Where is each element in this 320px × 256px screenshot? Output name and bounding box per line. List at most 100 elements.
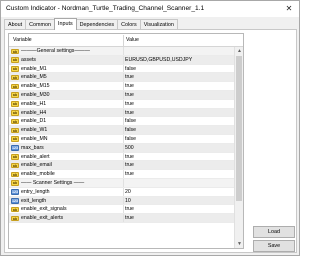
section-header-row[interactable]: ab —— Scanner Settings —— [9,178,235,188]
variable-value[interactable]: true [125,154,134,161]
table-row[interactable]: ab enable_M30 true [9,90,235,100]
variable-value[interactable]: true [125,206,134,213]
variable-value[interactable]: true [125,110,134,117]
title-bar: Custom Indicator - Nordman_Turtle_Tradin… [1,1,299,17]
table-row[interactable]: ab enable_email true [9,161,235,171]
string-type-icon: ab [11,136,19,142]
table-header: Variable Value [9,34,243,47]
cell-divider [123,214,124,222]
vertical-scrollbar[interactable]: ▲ ▼ [234,47,243,248]
variable-name: enable_M15 [21,83,50,90]
cell-divider [123,205,124,214]
variable-value[interactable]: false [125,118,136,125]
window-title: Custom Indicator - Nordman_Turtle_Tradin… [6,5,205,12]
cell-divider [123,126,124,134]
variable-name: exit_length [21,197,47,204]
table-row[interactable]: ab enable_mobile true [9,170,235,179]
cell-divider [123,134,124,143]
variable-name: enable_H4 [21,109,47,116]
variable-name: —— Scanner Settings —— [21,179,85,186]
cell-divider [123,64,124,73]
variable-name: enable_mobile [21,171,55,178]
section-header-row[interactable]: ab ———General settings——— [9,47,235,56]
variable-name: entry_length [21,188,50,195]
variable-name: max_bars [21,144,44,151]
table-row[interactable]: ab enable_alert true [9,152,235,162]
string-type-icon: ab [11,83,19,90]
variable-value[interactable]: true [125,101,134,108]
cell-divider [123,55,124,64]
string-type-icon: ab [11,74,19,81]
string-type-icon: ab [11,92,19,98]
cell-divider [123,143,124,152]
variable-value[interactable]: true [125,162,134,169]
table-row[interactable]: 123 max_bars 500 [9,143,235,153]
close-icon[interactable]: ✕ [282,3,296,15]
save-button[interactable]: Save [253,240,295,252]
string-type-icon: ab [11,66,19,72]
variable-name: enable_M1 [21,65,47,72]
variable-value[interactable]: true [125,215,134,222]
table-row[interactable]: ab enable_H1 true [9,99,235,109]
variable-name: assets [21,56,36,63]
table-row[interactable]: ab enable_M1 false [9,64,235,74]
variable-name: enable_M5 [21,74,47,81]
string-type-icon: ab [11,171,19,178]
variable-name: enable_exit_alerts [21,215,64,222]
tab-inputs[interactable]: Inputs [53,18,77,30]
table-row[interactable]: ab enable_W1 false [9,126,235,135]
cell-divider [123,161,124,170]
string-type-icon: ab [11,206,19,213]
table-row[interactable]: ab enable_M5 true [9,73,235,83]
variable-value[interactable]: true [125,171,134,178]
column-header-variable[interactable]: Variable [13,37,32,43]
string-type-icon: ab [11,57,19,63]
table-row[interactable]: 123 entry_length 20 [9,187,235,197]
cell-divider [123,47,124,55]
table-row[interactable]: ab enable_M15 true [9,82,235,91]
column-divider[interactable] [123,35,124,46]
variable-name: enable_exit_signals [21,206,67,213]
indicator-dialog: Custom Indicator - Nordman_Turtle_Tradin… [0,0,300,256]
variable-value[interactable]: 500 [125,145,134,152]
string-type-icon: ab [11,110,19,116]
table-row[interactable]: ab enable_exit_alerts true [9,214,235,223]
string-type-icon: ab [11,127,19,134]
variable-value[interactable]: true [125,74,134,81]
inputs-table: Variable Value ab ———General settings——— a… [8,33,244,249]
variable-value[interactable]: 20 [125,189,131,196]
number-type-icon: 123 [11,198,19,204]
table-row[interactable]: ab assets EURUSD,GBPUSD,USDJPY [9,55,235,65]
table-row[interactable]: ab enable_exit_signals true [9,205,235,215]
scroll-down-icon[interactable]: ▼ [235,240,243,248]
variable-name: enable_M30 [21,91,50,98]
number-type-icon: 123 [11,189,19,195]
variable-value[interactable]: false [125,127,136,134]
table-row[interactable]: ab enable_H4 true [9,108,235,118]
variable-value[interactable]: false [125,136,136,143]
table-row[interactable]: 123 exit_length 10 [9,196,235,206]
cell-divider [123,73,124,82]
variable-value[interactable]: false [125,66,136,73]
cell-divider [123,170,124,178]
column-header-value[interactable]: Value [126,37,139,43]
cell-divider [123,187,124,196]
string-type-icon: ab [11,48,19,54]
string-type-icon: ab [11,118,19,125]
load-button[interactable]: Load [253,226,295,238]
variable-name: enable_H1 [21,100,47,107]
cell-divider [123,99,124,108]
variable-value[interactable]: true [125,83,134,90]
variable-value[interactable]: 10 [125,198,131,205]
scroll-up-icon[interactable]: ▲ [235,47,243,55]
table-row[interactable]: ab enable_MN false [9,134,235,144]
variable-name: enable_email [21,162,52,169]
scroll-thumb[interactable] [236,56,242,201]
variable-name: ———General settings——— [21,48,90,54]
variable-value[interactable]: EURUSD,GBPUSD,USDJPY [125,57,192,64]
variable-value[interactable]: true [125,92,134,99]
variable-name: enable_alert [21,153,50,160]
cell-divider [123,117,124,126]
cell-divider [123,82,124,90]
table-row[interactable]: ab enable_D1 false [9,117,235,127]
